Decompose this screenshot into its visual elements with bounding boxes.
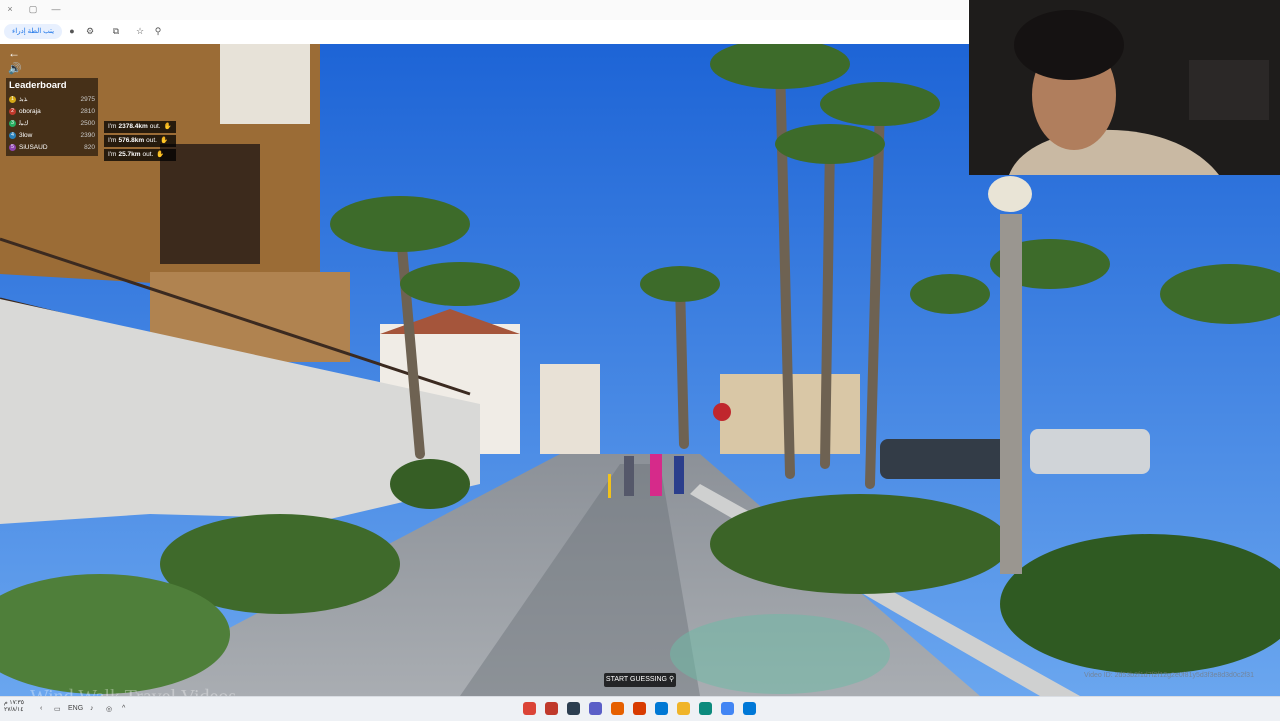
maximize-window-icon[interactable]: ▢: [27, 3, 39, 15]
chevron-icon[interactable]: ‹: [40, 705, 42, 712]
message-prefix: I'm: [108, 123, 117, 130]
message-distance: 576.8km: [118, 137, 145, 144]
player-score: 820: [84, 143, 95, 151]
webcam-person-illustration: [969, 0, 1280, 175]
hand-icon: ✋: [159, 137, 169, 144]
message-suffix: out.: [142, 151, 154, 158]
info-icon[interactable]: ●: [66, 25, 78, 37]
taskbar: ١٧:٣٥ م ٢٧/٨/١٤ ‹ ▭ ENG ♪ ◎ ^: [0, 696, 1280, 721]
rank-badge: 1: [9, 95, 16, 103]
player-score: 2390: [80, 131, 95, 139]
photos-icon[interactable]: [721, 702, 734, 715]
star-icon[interactable]: ☆: [134, 25, 146, 37]
webcam-feed: [969, 0, 1280, 175]
leaderboard-title: Leaderboard: [9, 80, 67, 91]
clock-time: ١٧:٣٥ م: [4, 700, 24, 706]
windows-icon[interactable]: [743, 702, 756, 715]
player-name: SiUSAUD: [19, 143, 48, 151]
rank-badge: 3: [9, 119, 16, 127]
close-window-icon[interactable]: ×: [4, 3, 16, 15]
player-score: 2500: [80, 119, 95, 127]
edge-icon[interactable]: [699, 702, 712, 715]
message-suffix: out.: [149, 123, 161, 130]
clock[interactable]: ١٧:٣٥ م ٢٧/٨/١٤: [4, 700, 24, 714]
network-icon[interactable]: ◎: [106, 705, 112, 713]
player-name: ﺬﺑﺫ: [19, 96, 28, 103]
rank-badge: 5: [9, 143, 16, 151]
browser-titlebar: × ▢ —: [0, 0, 968, 21]
rank-badge: 4: [9, 131, 16, 139]
terminal-icon[interactable]: [567, 702, 580, 715]
leaderboard-row: 1 ﺬﺑﺫ 2975: [9, 93, 95, 105]
settings-icon[interactable]: ⚙: [84, 25, 96, 37]
mail-icon[interactable]: [655, 702, 668, 715]
message-distance: 2378.4km: [118, 123, 148, 130]
rank-badge: 2: [9, 107, 16, 115]
message-prefix: I'm: [108, 151, 117, 158]
player-score: 2975: [80, 95, 95, 103]
leaderboard-row: 4 3low 2390: [9, 129, 95, 141]
firefox-icon[interactable]: [611, 702, 624, 715]
folder-icon[interactable]: [677, 702, 690, 715]
distance-message: I'm 2378.4km out. ✋: [104, 121, 176, 133]
teams-icon[interactable]: [589, 702, 602, 715]
app-icon[interactable]: [545, 702, 558, 715]
clock-date: ٢٧/٨/١٤: [4, 707, 24, 713]
distance-messages: I'm 2378.4km out. ✋ I'm 576.8km out. ✋ I…: [104, 121, 176, 163]
player-name: 3low: [19, 131, 33, 139]
sound-icon[interactable]: 🔊: [8, 62, 22, 75]
player-name: oboraja: [19, 107, 41, 115]
hand-icon: ✋: [156, 151, 165, 158]
minimize-window-icon[interactable]: —: [50, 3, 62, 15]
start-guessing-button[interactable]: START GUESSING ⚲: [604, 673, 676, 687]
hand-icon: ✋: [163, 123, 172, 130]
player-name: ﻙﺒﻟ: [19, 120, 29, 127]
message-distance: 25.7km: [118, 151, 141, 158]
leaderboard-row: 5 SiUSAUD 820: [9, 141, 95, 153]
back-icon[interactable]: ←: [8, 46, 20, 60]
chrome-icon[interactable]: [523, 702, 536, 715]
player-score: 2810: [80, 107, 95, 115]
video-id: Video ID: 2d53b2f1d7f2f12g2e0f81y5d3f3e8…: [1084, 672, 1254, 679]
leaderboard: Leaderboard 1 ﺬﺑﺫ 2975 2 oboraja 2810 3 …: [6, 78, 98, 156]
map-pin-icon: ⚲: [668, 676, 675, 683]
extension-icon[interactable]: ⚲: [152, 25, 164, 37]
distance-message: I'm 576.8km out. ✋: [104, 135, 176, 147]
message-prefix: I'm: [108, 137, 117, 144]
language-indicator[interactable]: ENG: [68, 705, 83, 712]
leaderboard-row: 2 oboraja 2810: [9, 105, 95, 117]
mic-icon[interactable]: ♪: [90, 705, 94, 712]
chevron-up-icon[interactable]: ^: [122, 705, 125, 712]
leaderboard-row: 3 ﻙﺒﻟ 2500: [9, 117, 95, 129]
display-icon[interactable]: ▭: [54, 705, 61, 713]
distance-message: I'm 25.7km out. ✋: [104, 149, 176, 161]
start-guessing-label: START GUESSING: [605, 676, 667, 683]
share-icon[interactable]: ⧉: [110, 25, 122, 37]
browser-toolbar: يتب الطة إدراء ● ⚙ ⧉ ☆ ⚲: [0, 20, 968, 45]
message-suffix: out.: [146, 137, 157, 144]
office-icon[interactable]: [633, 702, 646, 715]
translate-pill[interactable]: يتب الطة إدراء: [4, 24, 63, 39]
